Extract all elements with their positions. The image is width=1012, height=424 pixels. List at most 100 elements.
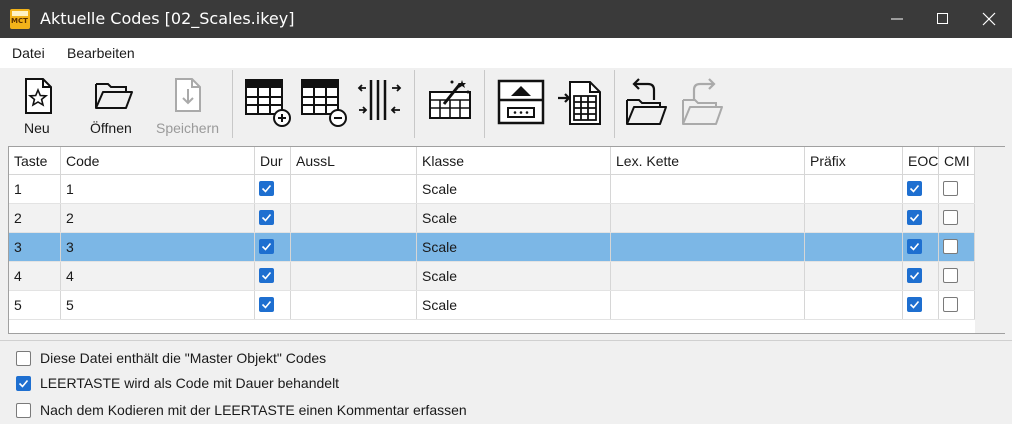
cell-aussl[interactable] bbox=[291, 262, 417, 290]
open-button[interactable]: Öffnen bbox=[84, 72, 144, 138]
remove-row-button[interactable] bbox=[298, 72, 352, 138]
cell-code[interactable]: 1 bbox=[61, 175, 255, 203]
cell-cmi[interactable] bbox=[939, 291, 975, 319]
column-header-cmi[interactable]: CMI bbox=[939, 147, 975, 174]
eoc-checkbox[interactable] bbox=[907, 210, 922, 225]
export-button[interactable] bbox=[552, 72, 608, 138]
cell-eoc[interactable] bbox=[903, 291, 939, 319]
eoc-checkbox[interactable] bbox=[907, 297, 922, 312]
cell-praefix[interactable] bbox=[805, 204, 903, 232]
eoc-checkbox[interactable] bbox=[907, 181, 922, 196]
cell-lex[interactable] bbox=[611, 291, 805, 319]
cell-code[interactable]: 4 bbox=[61, 262, 255, 290]
space-duration-checkbox[interactable] bbox=[16, 376, 31, 391]
cell-aussl[interactable] bbox=[291, 175, 417, 203]
dur-checkbox[interactable] bbox=[259, 268, 274, 283]
cell-dur[interactable] bbox=[255, 175, 291, 203]
column-header-eoc[interactable]: EOC bbox=[903, 147, 939, 174]
maximize-button[interactable] bbox=[920, 0, 966, 38]
cmi-checkbox[interactable] bbox=[943, 239, 958, 254]
cell-praefix[interactable] bbox=[805, 175, 903, 203]
eoc-checkbox[interactable] bbox=[907, 268, 922, 283]
space-duration-label: LEERTASTE wird als Code mit Dauer behand… bbox=[40, 375, 340, 391]
cell-taste[interactable]: 1 bbox=[9, 175, 61, 203]
cell-klasse[interactable]: Scale bbox=[417, 175, 611, 203]
table-row[interactable]: 4 4 Scale bbox=[9, 262, 975, 291]
cell-eoc[interactable] bbox=[903, 233, 939, 261]
comment-checkbox[interactable] bbox=[16, 403, 31, 418]
save-label: Speichern bbox=[156, 120, 220, 136]
cell-eoc[interactable] bbox=[903, 262, 939, 290]
cell-taste[interactable]: 5 bbox=[9, 291, 61, 319]
master-object-checkbox[interactable] bbox=[16, 351, 31, 366]
toolbar-separator bbox=[232, 70, 233, 138]
undo-button[interactable] bbox=[622, 72, 674, 138]
column-header-lex[interactable]: Lex. Kette bbox=[611, 147, 805, 174]
cell-taste[interactable]: 4 bbox=[9, 262, 61, 290]
column-header-praefix[interactable]: Präfix bbox=[805, 147, 903, 174]
column-header-klasse[interactable]: Klasse bbox=[417, 147, 611, 174]
cell-lex[interactable] bbox=[611, 175, 805, 203]
cell-lex[interactable] bbox=[611, 233, 805, 261]
redo-button[interactable] bbox=[678, 72, 730, 138]
toolbar: Neu Öffnen Speichern bbox=[0, 68, 1012, 142]
cell-cmi[interactable] bbox=[939, 175, 975, 203]
cell-code[interactable]: 3 bbox=[61, 233, 255, 261]
table-row[interactable]: 1 1 Scale bbox=[9, 175, 975, 204]
eoc-checkbox[interactable] bbox=[907, 239, 922, 254]
add-row-button[interactable] bbox=[240, 72, 294, 138]
cell-praefix[interactable] bbox=[805, 291, 903, 319]
save-button[interactable]: Speichern bbox=[152, 72, 224, 138]
minimize-button[interactable] bbox=[874, 0, 920, 38]
cell-klasse[interactable]: Scale bbox=[417, 291, 611, 319]
codes-table[interactable]: Taste Code Dur AussL Klasse Lex. Kette Präfix E… bbox=[8, 146, 1005, 334]
cell-lex[interactable] bbox=[611, 262, 805, 290]
cell-klasse[interactable]: Scale bbox=[417, 233, 611, 261]
dur-checkbox[interactable] bbox=[259, 181, 274, 196]
cmi-checkbox[interactable] bbox=[943, 210, 958, 225]
title-bar[interactable]: Aktuelle Codes [02_Scales.ikey] bbox=[0, 0, 1012, 38]
cell-praefix[interactable] bbox=[805, 262, 903, 290]
columns-button[interactable] bbox=[354, 72, 408, 138]
table-row[interactable]: 5 5 Scale bbox=[9, 291, 975, 320]
cmi-checkbox[interactable] bbox=[943, 297, 958, 312]
cell-aussl[interactable] bbox=[291, 233, 417, 261]
cmi-checkbox[interactable] bbox=[943, 181, 958, 196]
cell-taste[interactable]: 2 bbox=[9, 204, 61, 232]
cell-aussl[interactable] bbox=[291, 291, 417, 319]
table-row[interactable]: 3 3 Scale bbox=[9, 233, 975, 262]
cell-lex[interactable] bbox=[611, 204, 805, 232]
cell-eoc[interactable] bbox=[903, 175, 939, 203]
cell-cmi[interactable] bbox=[939, 204, 975, 232]
auto-fill-button[interactable] bbox=[422, 72, 478, 138]
menu-bearbeiten[interactable]: Bearbeiten bbox=[67, 45, 135, 61]
cell-code[interactable]: 5 bbox=[61, 291, 255, 319]
close-button[interactable] bbox=[966, 0, 1012, 38]
dur-checkbox[interactable] bbox=[259, 210, 274, 225]
cell-aussl[interactable] bbox=[291, 204, 417, 232]
import-keys-button[interactable] bbox=[492, 72, 550, 138]
table-row[interactable]: 2 2 Scale bbox=[9, 204, 975, 233]
cell-klasse[interactable]: Scale bbox=[417, 204, 611, 232]
new-button[interactable]: Neu bbox=[8, 72, 68, 138]
cell-cmi[interactable] bbox=[939, 262, 975, 290]
dur-checkbox[interactable] bbox=[259, 297, 274, 312]
cell-taste[interactable]: 3 bbox=[9, 233, 61, 261]
column-header-taste[interactable]: Taste bbox=[9, 147, 61, 174]
column-header-code[interactable]: Code bbox=[61, 147, 255, 174]
cell-klasse[interactable]: Scale bbox=[417, 262, 611, 290]
cmi-checkbox[interactable] bbox=[943, 268, 958, 283]
cell-eoc[interactable] bbox=[903, 204, 939, 232]
menu-datei[interactable]: Datei bbox=[12, 45, 45, 61]
cell-dur[interactable] bbox=[255, 262, 291, 290]
column-header-dur[interactable]: Dur bbox=[255, 147, 291, 174]
cell-dur[interactable] bbox=[255, 291, 291, 319]
cell-dur[interactable] bbox=[255, 233, 291, 261]
cell-praefix[interactable] bbox=[805, 233, 903, 261]
cell-code[interactable]: 2 bbox=[61, 204, 255, 232]
check-icon bbox=[261, 271, 272, 280]
column-header-aussl[interactable]: AussL bbox=[291, 147, 417, 174]
cell-cmi[interactable] bbox=[939, 233, 975, 261]
dur-checkbox[interactable] bbox=[259, 239, 274, 254]
cell-dur[interactable] bbox=[255, 204, 291, 232]
